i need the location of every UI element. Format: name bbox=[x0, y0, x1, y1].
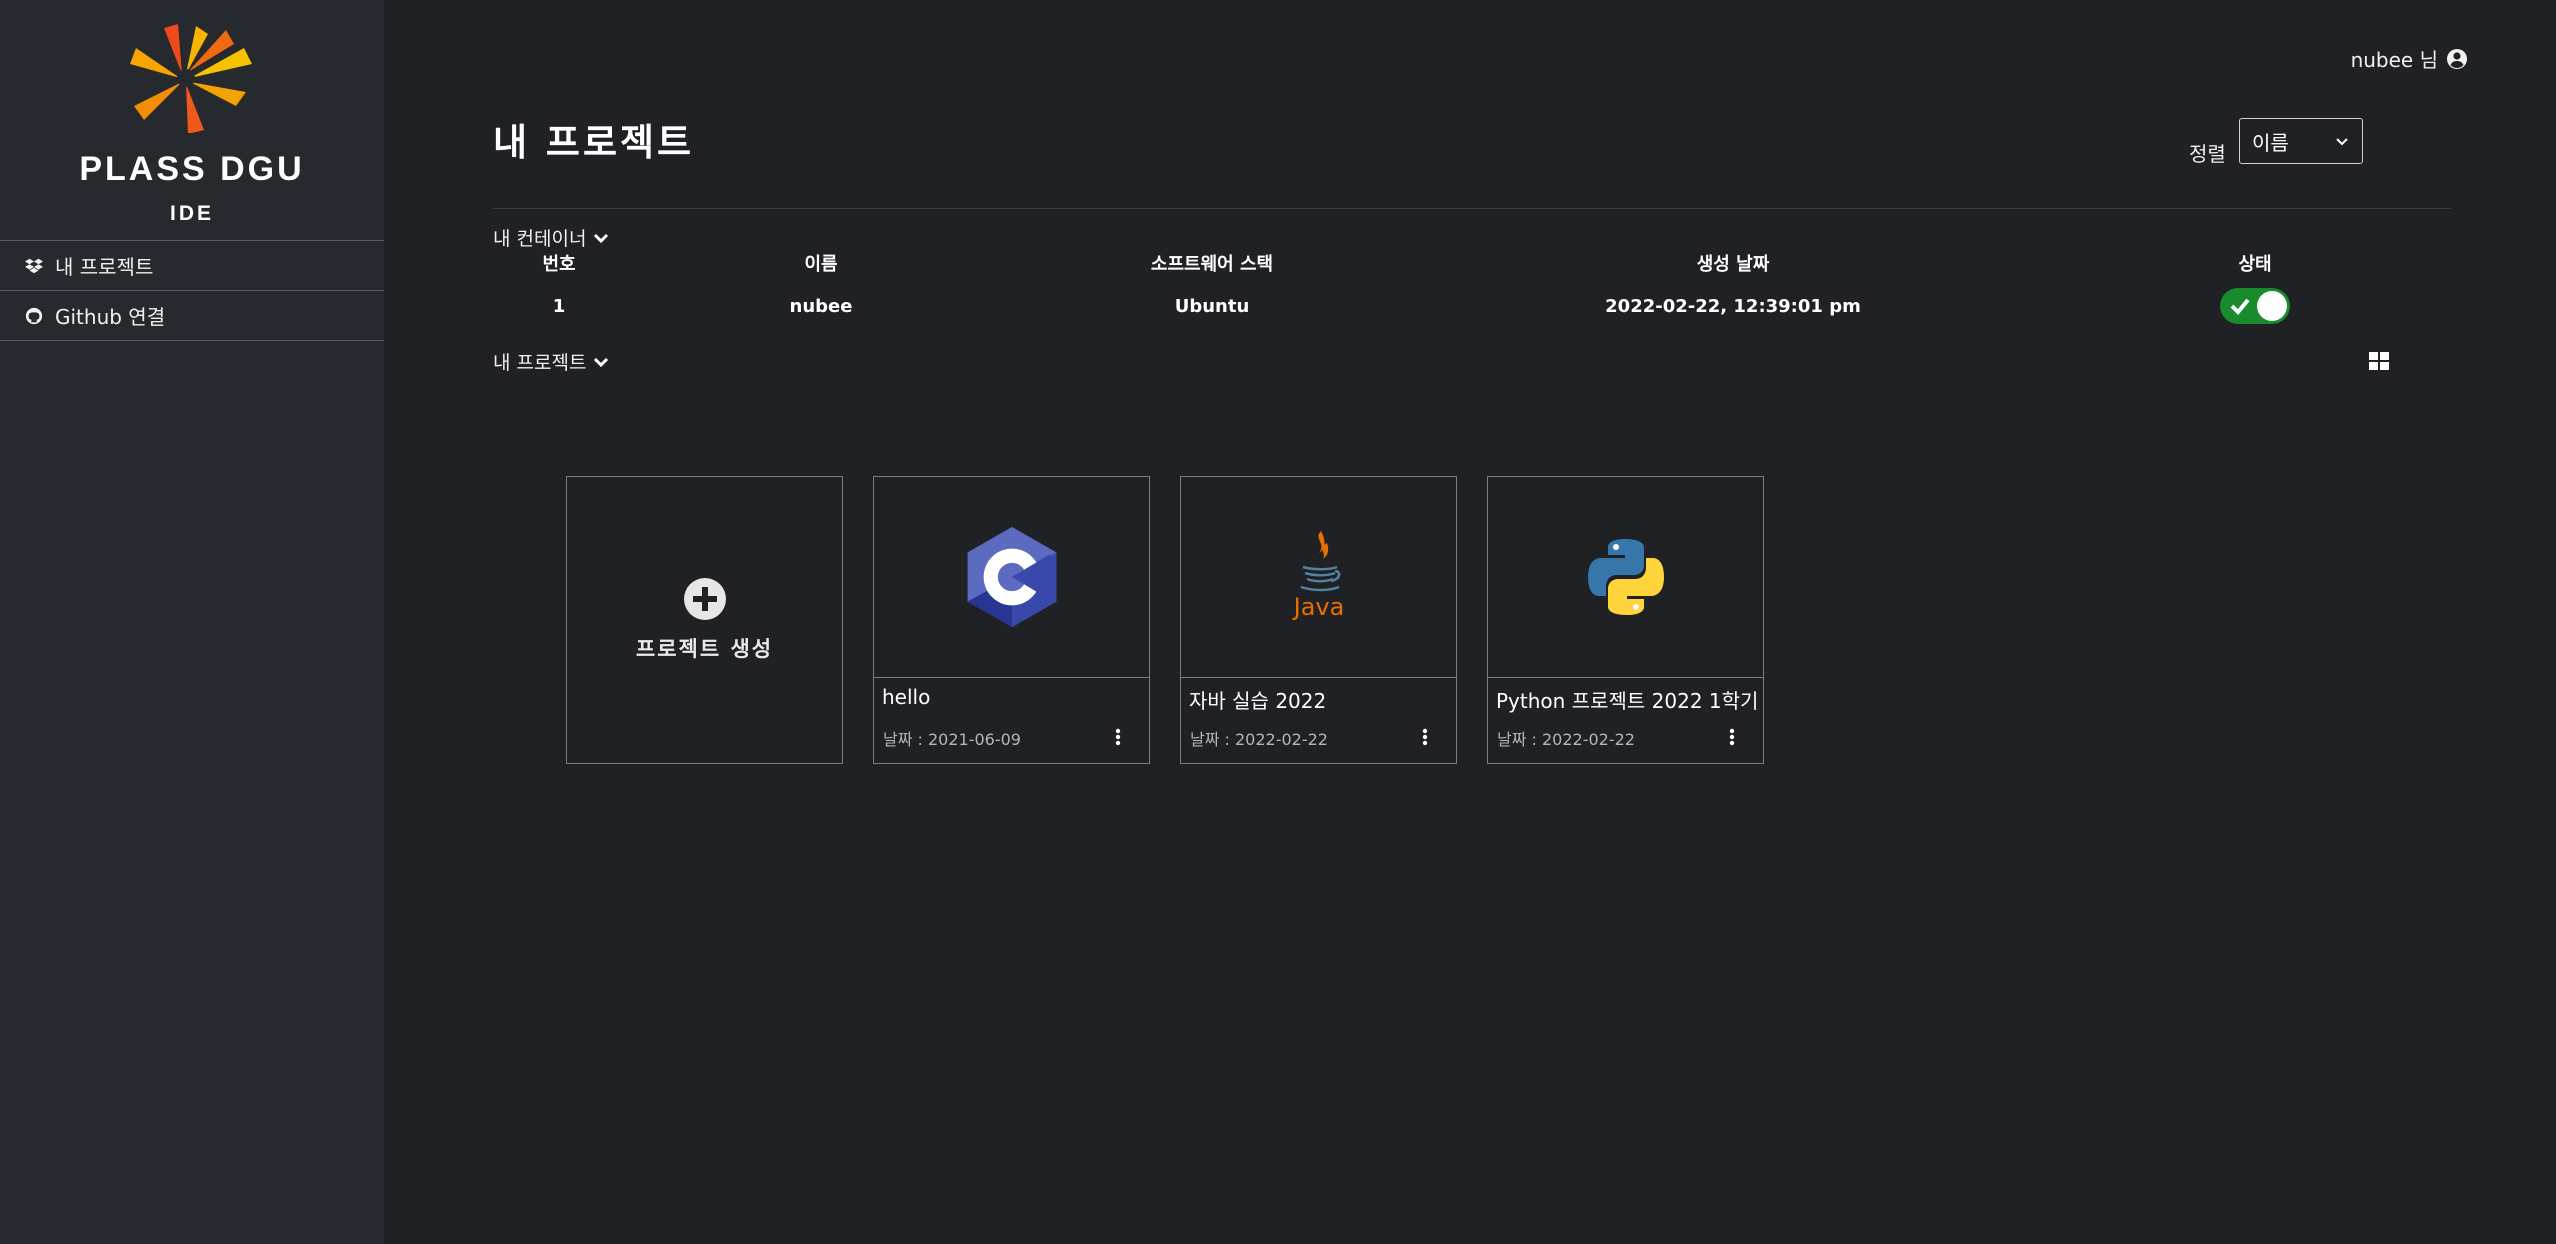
table-row[interactable]: 1 nubee Ubuntu 2022-02-22, 12:39:01 pm bbox=[493, 288, 2413, 336]
toggle-knob bbox=[2257, 291, 2287, 321]
brand-title: PLASS DGU bbox=[79, 150, 305, 188]
sidebar-item-github[interactable]: Github 연결 bbox=[0, 291, 384, 341]
column-header: 번호 bbox=[542, 254, 576, 275]
project-cards: 프로젝트 생성 hello 날짜 : 2021-06-09 Java 자바 실습… bbox=[566, 476, 1764, 764]
java-logo-icon: Java bbox=[1291, 531, 1344, 621]
column-header: 생성 날짜 bbox=[1696, 254, 1770, 275]
java-logo-text: Java bbox=[1291, 593, 1344, 621]
sidebar-nav: 내 프로젝트 Github 연결 bbox=[0, 240, 384, 341]
chevron-down-icon bbox=[592, 229, 610, 247]
container-name: nubee bbox=[789, 296, 853, 317]
project-name: Python 프로젝트 2022 1학기 bbox=[1496, 689, 1759, 713]
user-name: nubee 님 bbox=[2350, 48, 2438, 72]
sort-select[interactable]: 이름 bbox=[2239, 118, 2363, 164]
python-logo-icon bbox=[1587, 539, 1664, 615]
project-name: 자바 실습 2022 bbox=[1189, 689, 1327, 713]
containers-toggle-label: 내 컨테이너 bbox=[493, 228, 587, 250]
container-number: 1 bbox=[552, 296, 566, 317]
chevron-down-icon bbox=[2336, 138, 2348, 146]
column-header: 상태 bbox=[2238, 254, 2272, 275]
header-divider bbox=[493, 208, 2451, 209]
more-vertical-icon[interactable] bbox=[1115, 727, 1121, 747]
project-name: hello bbox=[882, 685, 931, 709]
projects-toggle-label: 내 프로젝트 bbox=[493, 352, 587, 374]
more-vertical-icon[interactable] bbox=[1422, 727, 1428, 747]
create-project-card[interactable]: 프로젝트 생성 bbox=[566, 476, 843, 764]
containers-toggle[interactable]: 내 컨테이너 bbox=[493, 224, 610, 251]
container-stack: Ubuntu bbox=[1174, 296, 1250, 317]
status-toggle[interactable] bbox=[2220, 288, 2290, 324]
plass-logo bbox=[130, 24, 252, 133]
project-date: 날짜 : 2022-02-22 bbox=[1497, 730, 1635, 749]
grid-view-icon[interactable] bbox=[2369, 352, 2389, 370]
dropbox-icon bbox=[25, 257, 43, 275]
chevron-down-icon bbox=[592, 353, 610, 371]
user-menu[interactable]: nubee 님 bbox=[2351, 44, 2468, 73]
projects-toggle[interactable]: 내 프로젝트 bbox=[493, 348, 610, 375]
create-project-label: 프로젝트 생성 bbox=[635, 637, 774, 661]
sort-label: 정렬 bbox=[2189, 142, 2226, 166]
brand-subtitle: IDE bbox=[169, 202, 214, 225]
sidebar-item-my-projects[interactable]: 내 프로젝트 bbox=[0, 241, 384, 291]
more-vertical-icon[interactable] bbox=[1729, 727, 1735, 747]
plus-circle-icon bbox=[683, 578, 726, 620]
page-title: 내 프로젝트 bbox=[493, 121, 695, 164]
sidebar: PLASS DGU IDE 내 프로젝트 Github 연결 bbox=[0, 0, 384, 1244]
sidebar-item-label: Github 연결 bbox=[55, 305, 166, 329]
table-header: 번호 이름 소프트웨어 스택 생성 날짜 상태 bbox=[493, 250, 2413, 282]
container-created: 2022-02-22, 12:39:01 pm bbox=[1605, 296, 1861, 317]
project-date: 날짜 : 2022-02-22 bbox=[1190, 730, 1328, 749]
project-card[interactable]: Java 자바 실습 2022 날짜 : 2022-02-22 bbox=[1180, 476, 1457, 764]
sort-select-value: 이름 bbox=[2252, 130, 2289, 155]
project-card[interactable]: hello 날짜 : 2021-06-09 bbox=[873, 476, 1150, 764]
containers-table: 번호 이름 소프트웨어 스택 생성 날짜 상태 1 nubee Ubuntu 2… bbox=[493, 250, 2413, 336]
column-header: 소프트웨어 스택 bbox=[1150, 254, 1274, 275]
project-date: 날짜 : 2021-06-09 bbox=[883, 730, 1021, 749]
github-icon bbox=[25, 307, 43, 325]
check-icon bbox=[2230, 298, 2250, 315]
column-header: 이름 bbox=[804, 254, 838, 275]
c-logo-icon bbox=[967, 526, 1056, 628]
project-thumbnail bbox=[1488, 477, 1763, 678]
project-thumbnail: Java bbox=[1181, 477, 1456, 678]
sidebar-item-label: 내 프로젝트 bbox=[55, 255, 154, 279]
project-card[interactable]: Python 프로젝트 2022 1학기 날짜 : 2022-02-22 bbox=[1487, 476, 1764, 764]
project-thumbnail bbox=[874, 477, 1149, 678]
user-circle-icon bbox=[2446, 48, 2468, 70]
